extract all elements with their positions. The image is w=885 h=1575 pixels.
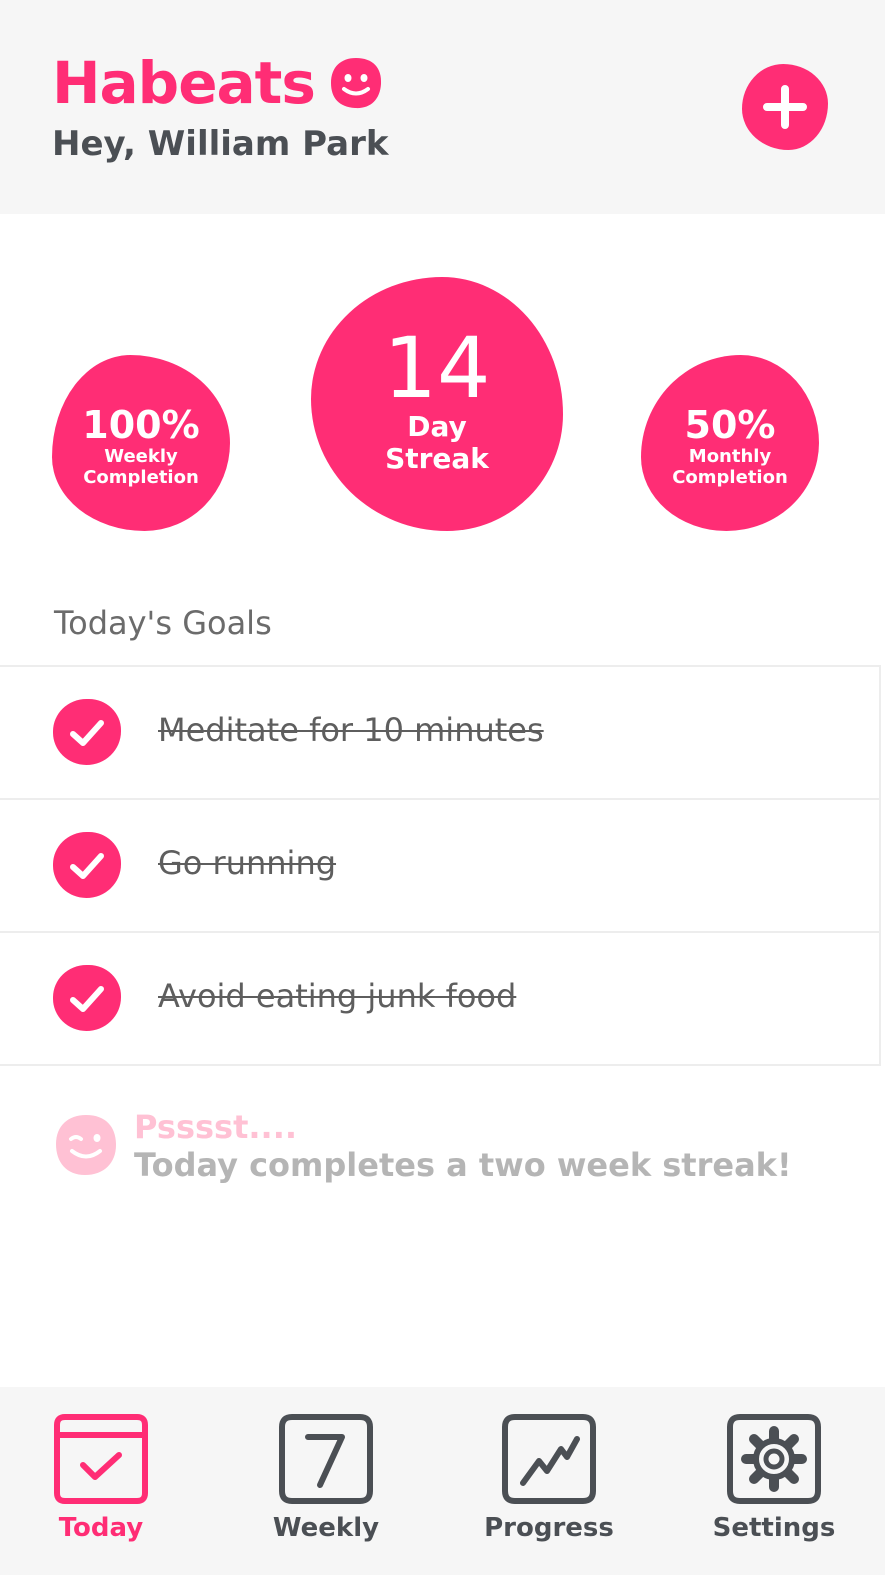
nav-label-today: Today (58, 1513, 144, 1543)
brand: Habeats (52, 50, 383, 116)
goal-label: Avoid eating junk food (158, 977, 517, 1015)
check-icon (70, 853, 104, 879)
monthly-completion-value: 50% (684, 403, 776, 447)
add-habit-button[interactable] (742, 64, 828, 150)
greeting-text: Hey, William Park (52, 124, 389, 164)
goal-checkbox[interactable] (53, 965, 121, 1031)
weekly-completion-value: 100% (82, 403, 200, 447)
trend-chart-icon (502, 1414, 596, 1504)
calendar-check-icon (54, 1414, 148, 1504)
streak-label-day: Day (407, 410, 467, 443)
goal-row[interactable]: Go running (0, 800, 881, 933)
nav-item-settings[interactable]: Settings (689, 1409, 859, 1543)
goals-section-title: Today's Goals (54, 604, 272, 642)
nav-label-settings: Settings (712, 1513, 836, 1543)
nav-label-progress: Progress (484, 1513, 614, 1543)
streak-label-streak: Streak (385, 442, 489, 475)
tip-title: Psssst.... (134, 1108, 297, 1146)
goal-row[interactable]: Avoid eating junk food (0, 933, 881, 1066)
goal-row[interactable]: Meditate for 10 minutes (0, 667, 881, 800)
nav-label-weekly: Weekly (272, 1513, 380, 1543)
goal-checkbox[interactable] (53, 699, 121, 765)
nav-item-progress[interactable]: Progress (464, 1409, 634, 1543)
nav-item-today[interactable]: Today (16, 1409, 186, 1543)
day-streak-stat: 14 Day Streak (311, 277, 563, 531)
nav-item-weekly[interactable]: Weekly (241, 1409, 411, 1543)
check-icon (70, 986, 104, 1012)
goal-checkbox[interactable] (53, 832, 121, 898)
monthly-completion-stat: 50% Monthly Completion (641, 355, 819, 531)
monthly-completion-label: Monthly Completion (672, 446, 788, 488)
plus-icon (763, 85, 807, 129)
app-name: Habeats (52, 49, 316, 117)
goal-label: Meditate for 10 minutes (158, 711, 544, 749)
bottom-nav: Today Weekly Progress Settings (0, 1387, 885, 1575)
goal-label: Go running (158, 844, 337, 882)
weekly-completion-label: Weekly Completion (83, 446, 199, 488)
check-icon (70, 720, 104, 746)
app-header: Habeats Hey, William Park (0, 0, 885, 214)
smiley-icon (330, 58, 381, 109)
winking-face-icon (56, 1115, 116, 1175)
seven-icon (279, 1414, 373, 1504)
tip-message: Today completes a two week streak! (134, 1146, 792, 1184)
gear-icon (727, 1414, 821, 1504)
streak-count: 14 (383, 319, 491, 417)
goal-list: Meditate for 10 minutes Go running Avoid… (0, 665, 881, 1066)
weekly-completion-stat: 100% Weekly Completion (52, 355, 230, 531)
